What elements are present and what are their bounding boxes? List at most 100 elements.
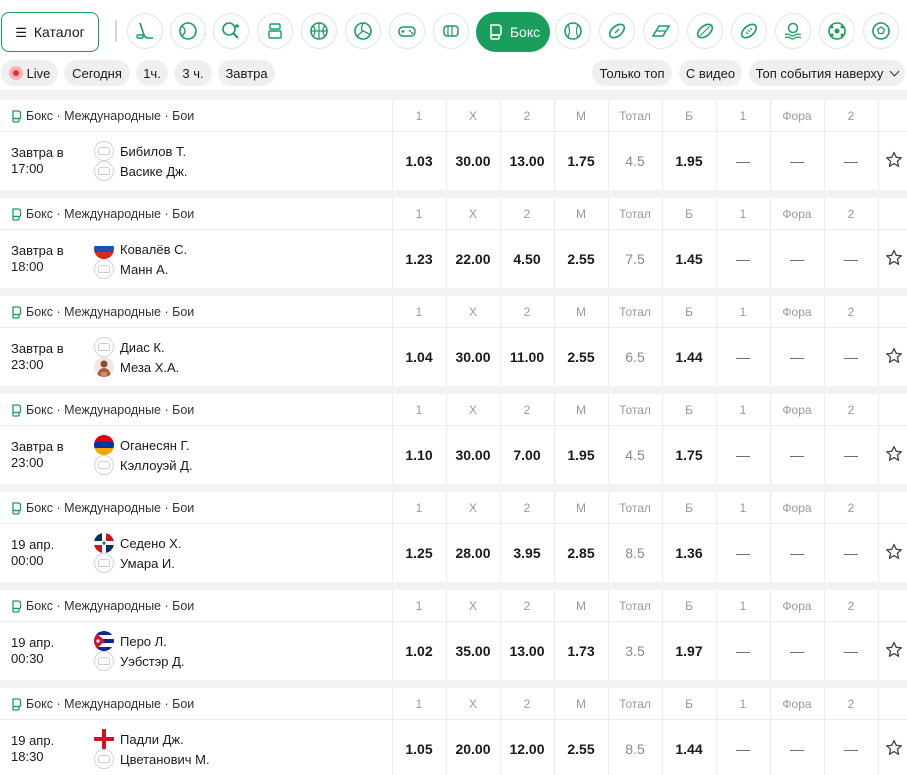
participant[interactable]: Меза Х.А. [94, 357, 179, 377]
filter-tomorrow[interactable]: Завтра [218, 60, 275, 86]
favorite-star-icon[interactable] [884, 444, 904, 464]
participant[interactable]: Падли Дж. [94, 729, 184, 749]
sport-water-polo[interactable] [775, 13, 811, 49]
odds-cell[interactable]: 30.00 [446, 328, 500, 386]
odds-cell[interactable]: 1.23 [392, 230, 446, 288]
filter-1h[interactable]: 1ч. [136, 60, 168, 86]
odds-cell[interactable]: 1.44 [662, 328, 716, 386]
participant[interactable]: Седено Х. [94, 533, 181, 553]
odds-cell[interactable]: 3.95 [500, 524, 554, 582]
sport-rugby[interactable] [687, 13, 723, 49]
odds-cell[interactable]: 35.00 [446, 622, 500, 680]
odds-cell[interactable]: 13.00 [500, 622, 554, 680]
odds-cell[interactable]: 2.55 [554, 720, 608, 775]
participant[interactable]: Перо Л. [94, 631, 167, 651]
odds-cell: 8.5 [625, 741, 645, 757]
odds-cell[interactable]: 12.00 [500, 720, 554, 775]
favorite-star-icon[interactable] [884, 542, 904, 562]
participant[interactable]: Манн А. [94, 259, 168, 279]
favorite-star-icon[interactable] [884, 738, 904, 758]
odds-cell[interactable]: 1.75 [662, 426, 716, 484]
participant[interactable]: Бибилов Т. [94, 141, 186, 161]
sort-select[interactable]: Топ события наверху [749, 60, 905, 86]
odds-cell[interactable]: 2.55 [554, 328, 608, 386]
live-dot-icon [8, 66, 23, 80]
sport-boxing-active[interactable]: Бокс [476, 12, 550, 52]
column-header: 2 [523, 501, 531, 515]
column-header: Фора [782, 501, 812, 515]
odds-cell: 7.5 [625, 251, 645, 267]
odds-cell[interactable]: 7.00 [500, 426, 554, 484]
sport-rugby-league[interactable] [731, 13, 767, 49]
odds-cell[interactable]: 1.02 [392, 622, 446, 680]
filter-today[interactable]: Сегодня [64, 60, 130, 86]
odds-cell[interactable]: 2.85 [554, 524, 608, 582]
event-hour: 00:30 [11, 651, 44, 666]
participant-name: Цветанович М. [120, 751, 210, 767]
odds-cell[interactable]: 1.97 [662, 622, 716, 680]
odds-cell[interactable]: 1.75 [554, 132, 608, 190]
odds-cell[interactable]: 1.44 [662, 720, 716, 775]
favorite-star-icon[interactable] [884, 248, 904, 268]
odds-cell[interactable]: 1.04 [392, 328, 446, 386]
participant[interactable]: Диас К. [94, 337, 165, 357]
filter-3h[interactable]: 3 ч. [174, 60, 212, 86]
sport-futsal[interactable] [819, 13, 855, 49]
sport-gaming[interactable] [389, 13, 425, 49]
league-link[interactable]: Бокс · Международные · Бои [10, 688, 194, 720]
odds-cell[interactable]: 1.36 [662, 524, 716, 582]
sport-american-football[interactable] [599, 13, 635, 49]
odds-cell[interactable]: 1.05 [392, 720, 446, 775]
sport-basketball[interactable] [301, 13, 337, 49]
odds-cell[interactable]: 1.45 [662, 230, 716, 288]
sport-racing[interactable] [643, 13, 679, 49]
odds-cell[interactable]: 1.10 [392, 426, 446, 484]
participant[interactable]: Умара И. [94, 553, 175, 573]
odds-cell[interactable]: 28.00 [446, 524, 500, 582]
league-link[interactable]: Бокс · Международные · Бои [10, 100, 194, 132]
filter-top-only[interactable]: Только топ [592, 60, 672, 86]
odds-cell[interactable]: 1.25 [392, 524, 446, 582]
odds-cell[interactable]: 1.95 [554, 426, 608, 484]
odds-cell[interactable]: 1.03 [392, 132, 446, 190]
filter-live[interactable]: Live [1, 60, 58, 86]
odds-cell[interactable]: 20.00 [446, 720, 500, 775]
odds-cell[interactable]: 2.55 [554, 230, 608, 288]
odds-cell[interactable]: 30.00 [446, 132, 500, 190]
sport-tennis[interactable] [170, 13, 206, 49]
odds-cell[interactable]: 11.00 [500, 328, 554, 386]
odds-cell[interactable]: 1.95 [662, 132, 716, 190]
sport-table-tennis[interactable] [213, 13, 249, 49]
sport-esports[interactable] [257, 13, 293, 49]
event-date: Завтра в [11, 439, 64, 454]
league-link[interactable]: Бокс · Международные · Бои [10, 296, 194, 328]
sport-baseball[interactable] [555, 13, 591, 49]
league-link[interactable]: Бокс · Международные · Бои [10, 492, 194, 524]
participant[interactable]: Уэбстэр Д. [94, 651, 185, 671]
filter-with-video[interactable]: С видео [679, 60, 742, 86]
odds-cell[interactable]: 22.00 [446, 230, 500, 288]
participant[interactable]: Цветанович М. [94, 749, 210, 769]
basketball-icon [310, 22, 328, 40]
participant[interactable]: Оганесян Г. [94, 435, 190, 455]
league-link[interactable]: Бокс · Международные · Бои [10, 198, 194, 230]
participant[interactable]: Ковалёв С. [94, 239, 187, 259]
catalog-button[interactable]: ☰ Каталог [1, 12, 99, 52]
favorite-star-icon[interactable] [884, 346, 904, 366]
participant[interactable]: Васике Дж. [94, 161, 187, 181]
participant-name: Седено Х. [120, 535, 182, 551]
league-link[interactable]: Бокс · Международные · Бои [10, 394, 194, 426]
odds-cell[interactable]: 30.00 [446, 426, 500, 484]
column-header: 1 [415, 109, 423, 123]
sport-football[interactable] [863, 13, 899, 49]
league-link[interactable]: Бокс · Международные · Бои [10, 590, 194, 622]
favorite-star-icon[interactable] [884, 640, 904, 660]
sport-volleyball[interactable] [345, 13, 381, 49]
odds-cell[interactable]: 13.00 [500, 132, 554, 190]
odds-cell[interactable]: 1.73 [554, 622, 608, 680]
participant[interactable]: Кэллоуэй Д. [94, 455, 193, 475]
sport-mma[interactable] [433, 13, 469, 49]
odds-cell[interactable]: 4.50 [500, 230, 554, 288]
sport-hockey[interactable] [127, 13, 163, 49]
favorite-star-icon[interactable] [884, 150, 904, 170]
